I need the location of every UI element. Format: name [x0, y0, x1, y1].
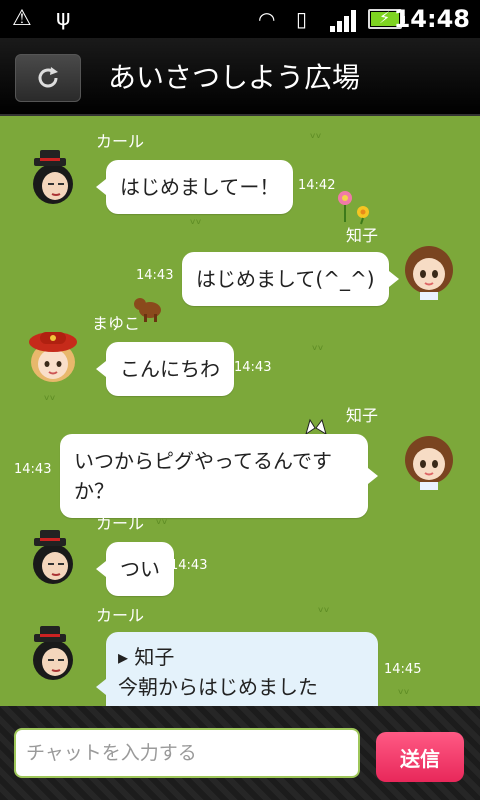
- message-time: 14:43: [234, 360, 272, 375]
- avatar-tomoko[interactable]: [398, 238, 460, 300]
- wifi-icon: ◠: [258, 7, 276, 31]
- signal-icon: [330, 10, 360, 32]
- message-text: 今朝からはじめました(^^)v: [118, 675, 318, 706]
- message-bubble: はじめましてー！: [95, 160, 294, 214]
- grass-decoration: ᵥᵥ: [318, 600, 330, 616]
- sender-name: カール: [96, 606, 145, 625]
- avatar-mayuko[interactable]: [22, 326, 84, 388]
- tomoko-avatar-icon: [405, 436, 453, 490]
- flower-icon: [338, 191, 369, 225]
- grass-decoration: ᵥᵥ: [44, 388, 56, 404]
- karl-avatar-icon: [33, 150, 73, 204]
- message-time: 14:42: [298, 178, 336, 193]
- grass-decoration: ᵥᵥ: [312, 338, 324, 354]
- reply-target: ▸ 知子: [118, 645, 175, 669]
- usb-icon: ψ: [56, 6, 71, 31]
- message-bubble: はじめまして(^_^): [182, 252, 399, 306]
- message-bubble: こんにちわ: [96, 342, 234, 396]
- sender-name: 知子: [346, 226, 379, 245]
- send-button[interactable]: 送信: [376, 732, 464, 782]
- refresh-icon: [38, 67, 58, 88]
- avatar-karl[interactable]: [22, 526, 84, 588]
- message-time: 14:43: [14, 462, 52, 477]
- grass-decoration: ᵥᵥ: [398, 682, 410, 698]
- message-time: 14:43: [170, 558, 208, 573]
- karl-avatar-icon: [33, 530, 73, 584]
- rotate-icon: ▯: [296, 7, 308, 31]
- tomoko-avatar-icon: [405, 246, 453, 300]
- chat-input[interactable]: [14, 728, 360, 778]
- app-header: あいさつしよう広場: [0, 38, 480, 116]
- message-time: 14:45: [384, 662, 422, 677]
- message-bubble: いつからピグやってるんですか？: [60, 434, 378, 518]
- sender-name: カール: [96, 514, 145, 533]
- chat-input-bar: 送信: [0, 706, 480, 800]
- mayuko-avatar-icon: [29, 332, 77, 382]
- avatar-karl[interactable]: [22, 146, 84, 208]
- status-bar: ⚠ ψ ◠ ▯ ⚡ 14:48: [0, 0, 480, 38]
- warning-icon: ⚠: [12, 6, 32, 31]
- refresh-button[interactable]: [15, 54, 81, 102]
- reply-message-bubble: ▸ 知子 今朝からはじめました(^^)v: [96, 632, 378, 706]
- avatar-karl[interactable]: [22, 622, 84, 684]
- grass-decoration: ᵥᵥ: [310, 126, 322, 142]
- grass-decoration: ᵥᵥ: [190, 212, 202, 228]
- sender-name: まゆこ: [92, 314, 141, 333]
- sender-name: 知子: [346, 406, 379, 425]
- avatar-tomoko[interactable]: [398, 428, 460, 490]
- status-time: 14:48: [393, 5, 470, 33]
- message-bubble: つい: [96, 542, 174, 596]
- chat-area[interactable]: ᵥᵥ ᵥᵥ ᵥᵥ ᵥᵥ ᵥᵥ ᵥᵥ ᵥᵥ カール はじめましてー！ 14:42 …: [0, 116, 480, 706]
- sender-name: カール: [96, 132, 145, 151]
- message-time: 14:43: [136, 268, 174, 283]
- karl-avatar-icon: [33, 626, 73, 680]
- page-title: あいさつしよう広場: [108, 61, 361, 94]
